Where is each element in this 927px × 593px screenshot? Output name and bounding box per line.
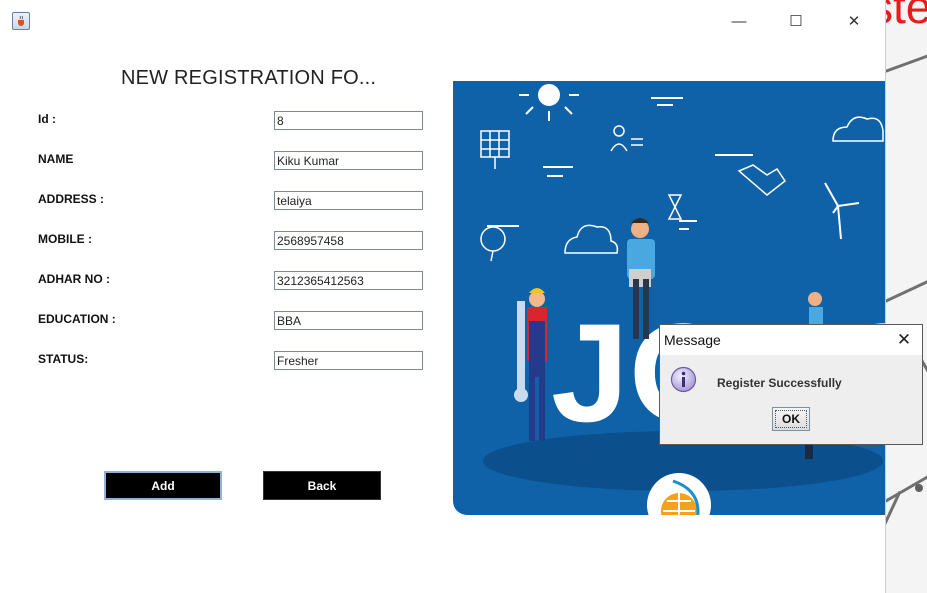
maximize-button[interactable]: ☐ (773, 6, 819, 36)
handshake-icon (737, 164, 787, 196)
address-field[interactable]: telaiya (274, 191, 423, 210)
title-bar[interactable]: — ☐ ✕ (0, 0, 885, 42)
person-icon (610, 125, 643, 152)
message-dialog: Message ✕ Register Successfully OK (659, 324, 923, 445)
name-label: NAME (38, 152, 74, 166)
sun-icon (519, 84, 579, 121)
address-label: ADDRESS : (38, 192, 105, 206)
status-label: STATUS: (38, 352, 89, 366)
hourglass-icon (667, 194, 683, 220)
name-field[interactable]: Kiku Kumar (274, 151, 423, 170)
adhar-no-field[interactable]: 3212365412563 (274, 271, 423, 290)
mobile-field[interactable]: 2568957458 (274, 231, 423, 250)
chat-bubble-icon (480, 226, 506, 262)
dialog-title-bar[interactable]: Message ✕ (660, 325, 922, 355)
ok-button[interactable]: OK (772, 407, 810, 431)
worker-woman-figure (514, 288, 547, 441)
info-icon (670, 366, 697, 393)
back-button[interactable]: Back (263, 471, 381, 500)
dialog-close-button[interactable]: ✕ (893, 329, 915, 351)
cloud-data-icon (564, 224, 619, 254)
registration-window: — ☐ ✕ NEW REGISTRATION FO... Id : 8 NAME… (0, 0, 886, 593)
mobile-label: MOBILE : (38, 232, 92, 246)
minimize-button[interactable]: — (716, 6, 762, 36)
id-field[interactable]: 8 (274, 111, 423, 130)
education-field[interactable]: BBA (274, 311, 423, 330)
dialog-title: Message (664, 332, 721, 348)
form-title: NEW REGISTRATION FO... (121, 67, 377, 89)
cloud-icon (832, 116, 884, 142)
jobs-illustration: JOBS (453, 81, 885, 515)
education-label: EDUCATION : (38, 312, 116, 326)
add-button[interactable]: Add (104, 471, 222, 500)
java-icon[interactable] (12, 12, 30, 30)
solar-panel-icon (480, 130, 510, 169)
id-label: Id : (38, 112, 56, 126)
wind-turbine-icon (824, 182, 860, 240)
adhar-no-label: ADHAR NO : (38, 272, 110, 286)
dialog-message: Register Successfully (717, 376, 842, 390)
status-field[interactable]: Fresher (274, 351, 423, 370)
desktop-background (852, 0, 927, 593)
close-button[interactable]: ✕ (831, 6, 877, 36)
